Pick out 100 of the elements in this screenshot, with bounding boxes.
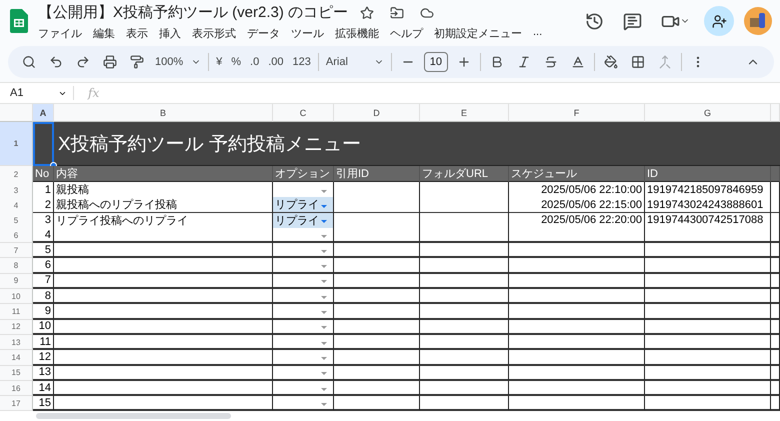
dropdown-cell[interactable] — [273, 350, 334, 366]
document-title[interactable]: 【公開用】X投稿予約ツール (ver2.3) のコピー — [38, 3, 348, 22]
column-header[interactable]: G — [645, 104, 771, 122]
table-cell: 2025/05/06 22:15:00 — [509, 197, 645, 214]
table-cell: 11 — [33, 334, 54, 350]
row-header[interactable]: 4 — [0, 197, 33, 214]
row-header[interactable]: 16 — [0, 380, 33, 396]
row-header[interactable]: 17 — [0, 396, 33, 412]
table-cell: 8 — [33, 289, 54, 304]
font-size-field[interactable]: 10 — [424, 52, 448, 72]
table-cell — [771, 366, 780, 381]
column-header[interactable]: E — [420, 104, 509, 122]
row-header[interactable]: 7 — [0, 243, 33, 258]
menu-item[interactable]: 表示形式 — [192, 26, 236, 40]
row-header[interactable]: 8 — [0, 258, 33, 274]
table-cell — [771, 350, 780, 366]
menu-item[interactable]: 拡張機能 — [335, 26, 379, 40]
header-cell: 引用ID — [334, 166, 420, 183]
dropdown-cell[interactable] — [273, 274, 334, 290]
currency-button[interactable]: ¥ — [214, 51, 224, 73]
caret-icon — [321, 356, 327, 360]
menu-item[interactable]: 挿入 — [159, 26, 181, 40]
menu-item[interactable]: ヘルプ — [390, 26, 423, 40]
column-header[interactable]: F — [509, 104, 645, 122]
table-cell — [771, 258, 780, 274]
row-header[interactable]: 12 — [0, 320, 33, 335]
caret-icon — [321, 190, 327, 192]
column-header[interactable]: C — [273, 104, 334, 122]
formula-label: fx — [73, 86, 100, 100]
row-header[interactable]: 10 — [0, 289, 33, 304]
table-cell — [771, 304, 780, 320]
row-header[interactable]: 13 — [0, 334, 33, 350]
menu-item[interactable]: 編集 — [93, 26, 115, 40]
header-cell: オプション — [273, 166, 334, 183]
table-cell: 5 — [33, 243, 54, 258]
table-cell — [771, 380, 780, 396]
caret-icon — [321, 326, 327, 330]
dropdown-cell[interactable] — [273, 396, 334, 412]
column-header[interactable]: D — [334, 104, 420, 122]
header-cell: スケジュール — [509, 166, 645, 183]
row-header[interactable]: 14 — [0, 350, 33, 366]
table-cell — [771, 228, 780, 244]
sheets-logo-icon[interactable] — [10, 9, 28, 33]
menu-item[interactable]: ... — [533, 26, 542, 40]
increase-decimal-button[interactable]: .00 — [266, 51, 286, 73]
caret-icon — [321, 220, 327, 224]
number-format-button[interactable]: 123 — [290, 51, 313, 73]
table-cell: 1919743024243888601 — [645, 197, 771, 214]
font-select[interactable]: Arial — [324, 51, 386, 73]
caret-icon — [321, 265, 327, 268]
table-cell — [771, 320, 780, 335]
table-cell: 10 — [33, 320, 54, 335]
scrollbar[interactable] — [36, 413, 231, 419]
selected-cell[interactable] — [33, 122, 54, 166]
table-cell — [771, 334, 780, 350]
caret-icon — [321, 250, 327, 253]
decrease-decimal-button[interactable]: .0 — [248, 51, 262, 73]
row-header[interactable]: 1 — [0, 122, 33, 166]
menu-item[interactable]: 初期設定メニュー — [434, 26, 522, 40]
header-cell: 内容 — [54, 166, 273, 183]
dropdown-cell[interactable] — [273, 228, 334, 244]
header-cell: フォルダURL — [420, 166, 509, 183]
column-header[interactable]: A — [33, 104, 54, 122]
table-cell: 15 — [33, 396, 54, 412]
dropdown-cell[interactable] — [273, 320, 334, 335]
caret-icon — [321, 296, 327, 299]
table-cell — [771, 243, 780, 258]
dropdown-cell[interactable] — [273, 366, 334, 381]
dropdown-cell[interactable] — [273, 304, 334, 320]
caret-icon — [321, 372, 327, 376]
row-header[interactable]: 6 — [0, 228, 33, 244]
header-cell — [771, 166, 780, 183]
dropdown-cell[interactable] — [273, 289, 334, 304]
table-cell — [771, 274, 780, 290]
column-header[interactable]: B — [54, 104, 273, 122]
percent-button[interactable]: % — [229, 51, 244, 73]
menu-item[interactable]: ツール — [291, 26, 324, 40]
table-cell: 親投稿へのリプライ投稿 — [54, 197, 273, 214]
menu-item[interactable]: データ — [247, 26, 280, 40]
table-cell — [771, 197, 780, 214]
dropdown-cell[interactable] — [273, 380, 334, 396]
dropdown-cell[interactable] — [273, 258, 334, 274]
avatar[interactable] — [744, 7, 772, 35]
share-button[interactable] — [704, 6, 734, 36]
sheet-title: X投稿予約ツール 予約投稿メニュー — [54, 122, 780, 166]
zoom-select[interactable]: 100% — [153, 51, 204, 73]
row-header[interactable]: 11 — [0, 304, 33, 320]
cell-reference[interactable]: A1 — [0, 87, 58, 99]
menu-item[interactable]: ファイル — [38, 26, 82, 40]
caret-icon — [321, 388, 327, 390]
row-header[interactable]: 9 — [0, 274, 33, 290]
add-person-icon — [712, 14, 726, 28]
menu-item[interactable]: 表示 — [126, 26, 148, 40]
dropdown-cell[interactable] — [273, 334, 334, 350]
row-header[interactable]: 15 — [0, 366, 33, 381]
dropdown-cell[interactable]: リプライ — [273, 197, 334, 214]
table-cell: 4 — [33, 228, 54, 244]
dropdown-cell[interactable] — [273, 243, 334, 258]
table-cell: 9 — [33, 304, 54, 320]
row-header[interactable]: 2 — [0, 166, 33, 183]
